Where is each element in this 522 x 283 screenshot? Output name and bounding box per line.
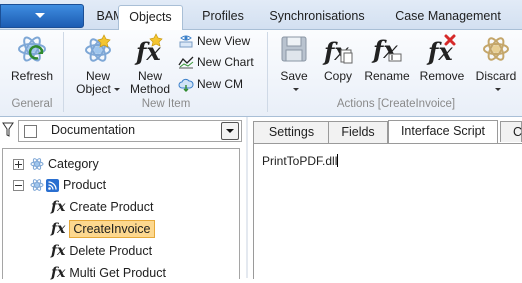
dropdown-arrow-icon — [35, 13, 45, 18]
collapse-icon[interactable] — [13, 179, 24, 191]
filter-value: Documentation — [51, 123, 136, 137]
atom-refresh-icon — [16, 32, 48, 66]
new-chart-button[interactable]: New Chart — [178, 52, 254, 72]
tree-node-method-selected[interactable]: fx CreateInvoice — [51, 219, 155, 239]
script-text: PrintToPDF.dll — [262, 154, 338, 168]
new-view-label: New View — [197, 34, 251, 48]
tree-node-label: Create Product — [69, 200, 154, 214]
new-chart-label: New Chart — [197, 55, 254, 69]
new-method-fx-icon: fx — [134, 32, 166, 66]
group-separator — [63, 32, 64, 112]
atom-icon — [30, 178, 44, 192]
new-cm-cloud-icon — [178, 76, 194, 92]
tree-node-method[interactable]: fx Create Product — [51, 197, 153, 217]
fx-icon: fx — [51, 265, 66, 281]
fx-icon: fx — [51, 243, 66, 259]
tree-node-product[interactable]: Product — [13, 175, 106, 195]
tree-node-label: CreateInvoice — [69, 220, 155, 238]
rename-label: Rename — [364, 69, 410, 83]
group-label-general: General — [11, 98, 53, 110]
save-label: Save — [280, 69, 308, 83]
new-method-button[interactable]: fx New Method — [128, 32, 172, 96]
copy-fx-icon: fx — [322, 32, 354, 66]
filter-row: Documentation — [0, 120, 246, 142]
remove-fx-icon: fx — [426, 32, 458, 66]
tree-node-label: Delete Product — [69, 244, 153, 258]
refresh-label: Refresh — [10, 69, 54, 83]
tree-node-label: Category — [48, 157, 99, 171]
rename-button[interactable]: fx Rename — [362, 32, 412, 83]
text-caret — [337, 154, 339, 167]
remove-label: Remove — [419, 69, 465, 83]
discard-label: Discard — [475, 69, 517, 83]
discard-button[interactable]: Discard — [472, 32, 520, 96]
tree-node-label: Multi Get Product — [69, 266, 166, 280]
filter-checkbox[interactable] — [24, 125, 37, 138]
tab-synchronisations[interactable]: Synchronisations — [262, 5, 372, 29]
discard-atom-icon — [480, 32, 512, 66]
application-menu-button[interactable] — [0, 4, 84, 28]
dropdown-arrow-icon — [292, 88, 299, 92]
filter-icon[interactable] — [2, 122, 14, 141]
ribbon: Refresh General New Object fx New Method — [0, 30, 522, 117]
refresh-button[interactable]: Refresh — [8, 32, 56, 83]
group-separator — [267, 32, 268, 112]
remove-button[interactable]: fx Remove — [416, 32, 468, 83]
fx-icon: fx — [51, 199, 66, 215]
filter-dropdown[interactable]: Documentation — [18, 120, 242, 142]
new-cm-label: New CM — [197, 77, 244, 91]
tree-node-method[interactable]: fx Multi Get Product — [51, 263, 166, 283]
tab-profiles[interactable]: Profiles — [192, 5, 254, 29]
new-object-label-line2: Object — [76, 82, 111, 96]
fx-icon: fx — [51, 221, 66, 237]
tab-fields[interactable]: Fields — [328, 121, 388, 143]
group-label-new-item: New Item — [141, 98, 191, 110]
new-method-label-line2: Method — [129, 82, 171, 96]
new-cm-button[interactable]: New CM — [178, 74, 243, 94]
tab-case-management[interactable]: Case Management — [382, 5, 514, 29]
copy-button[interactable]: fx Copy — [318, 32, 358, 83]
atom-icon — [30, 157, 44, 171]
chevron-down-icon[interactable] — [221, 122, 239, 140]
save-disk-icon — [278, 32, 310, 66]
group-label-actions: Actions [CreateInvoice] — [336, 98, 456, 110]
line-chart-icon — [178, 54, 194, 70]
ribbon-tab-strip: BAM Objects Profiles Synchronisations Ca… — [0, 0, 522, 31]
copy-label: Copy — [323, 69, 352, 83]
detail-pane: Settings Fields Interface Script C Print… — [248, 117, 522, 279]
new-view-button[interactable]: New View — [178, 31, 250, 51]
tree-node-label: Product — [63, 178, 107, 192]
new-view-icon — [178, 33, 194, 49]
tree-node-category[interactable]: Category — [13, 154, 99, 174]
rename-fx-icon: fx — [371, 32, 403, 66]
object-tree: Category Product fx Create Product fx Cr… — [2, 148, 240, 281]
dropdown-arrow-icon — [113, 88, 120, 92]
new-object-icon — [82, 32, 114, 66]
tab-objects[interactable]: Objects — [118, 5, 183, 31]
rss-feed-icon — [46, 178, 59, 192]
save-button[interactable]: Save — [274, 32, 314, 96]
new-object-button[interactable]: New Object — [72, 32, 124, 96]
tab-interface-script[interactable]: Interface Script — [388, 120, 498, 144]
interface-script-editor[interactable]: PrintToPDF.dll — [253, 143, 522, 279]
tab-settings[interactable]: Settings — [253, 121, 330, 143]
object-tree-pane: Documentation Category Product fx Create… — [0, 117, 246, 281]
tree-node-method[interactable]: fx Delete Product — [51, 241, 152, 261]
tab-overflow[interactable]: C — [500, 121, 522, 142]
dropdown-arrow-icon — [494, 88, 501, 92]
expand-icon[interactable] — [13, 158, 24, 170]
